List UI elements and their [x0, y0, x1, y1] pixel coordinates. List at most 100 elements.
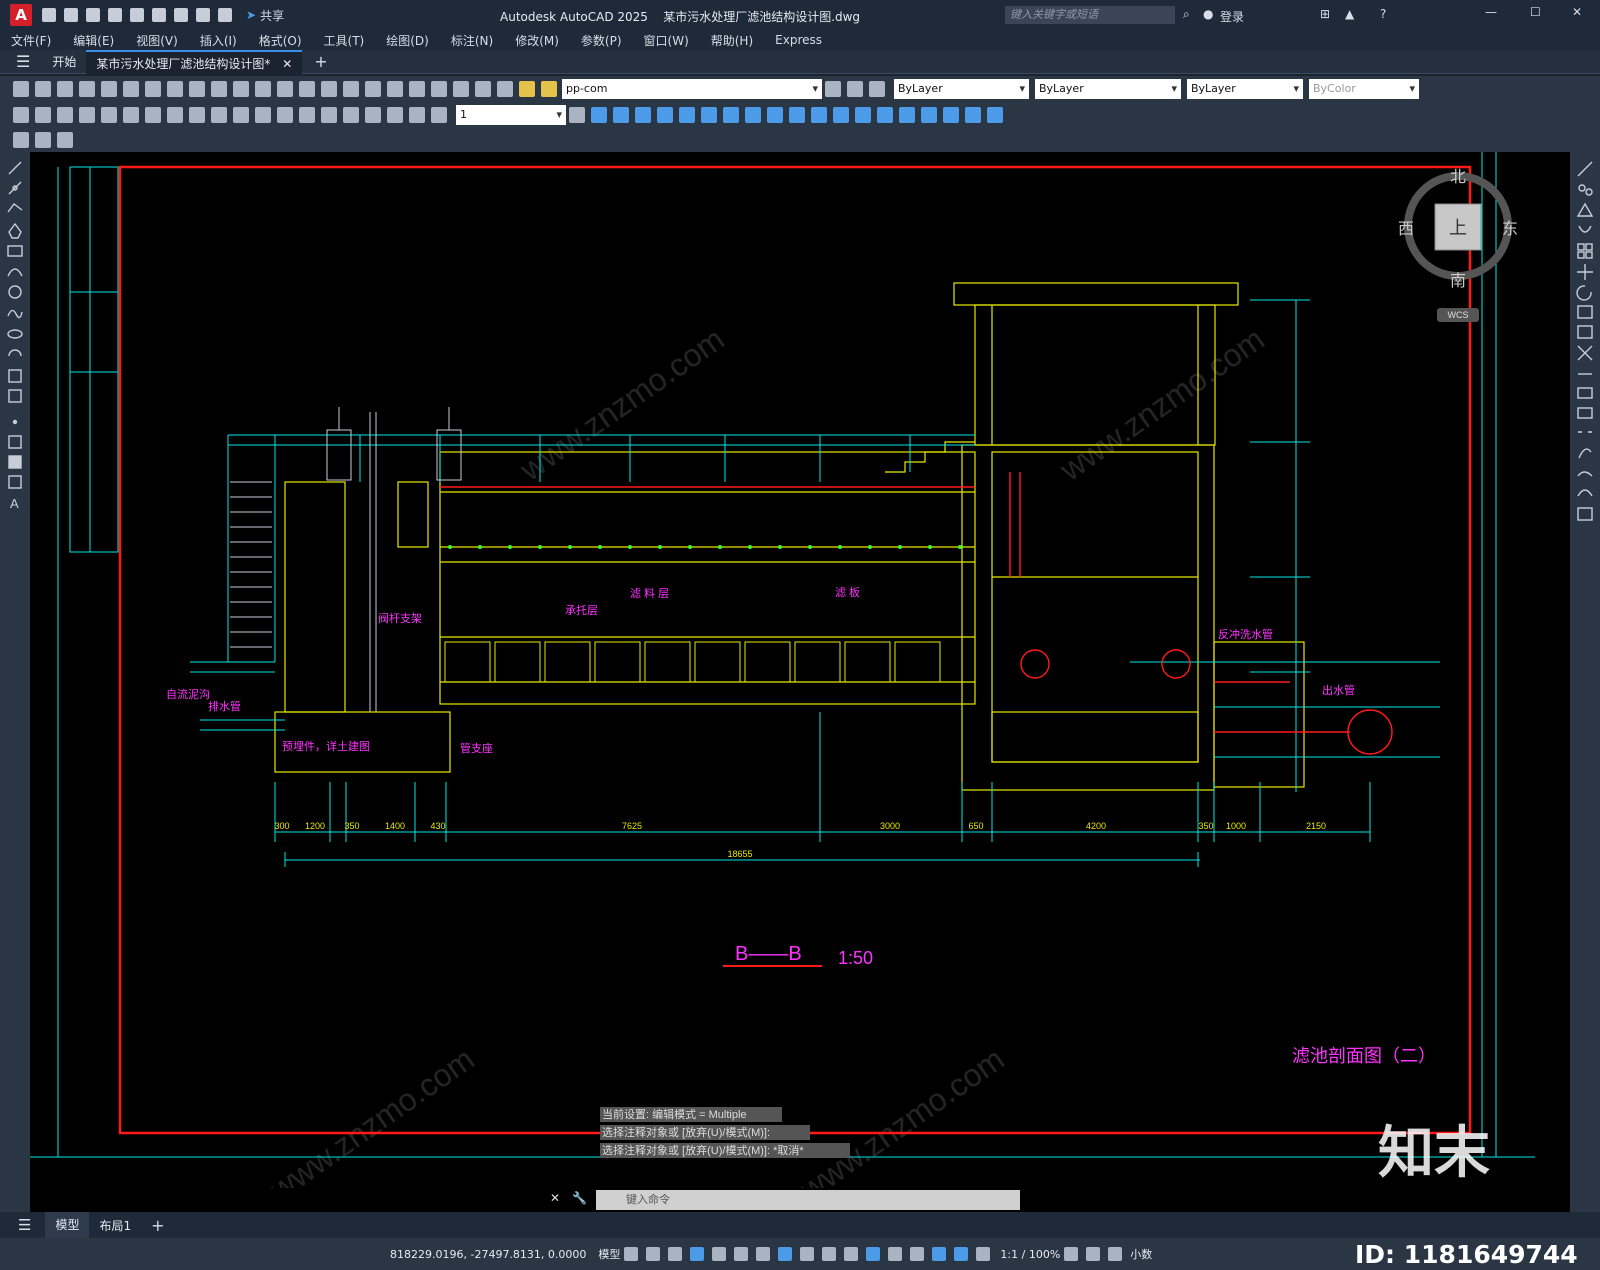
- tab-document[interactable]: 某市污水处理厂滤池结构设计图* ✕: [86, 49, 303, 74]
- layer-states-icon[interactable]: [869, 81, 885, 97]
- dim-edit-icon[interactable]: [387, 107, 403, 123]
- polar-tracking-icon[interactable]: [734, 1247, 749, 1261]
- new-tab-button[interactable]: +: [314, 52, 327, 71]
- block-editor-icon[interactable]: [13, 132, 29, 148]
- print-icon[interactable]: [174, 8, 188, 22]
- menu-insert[interactable]: 插入(I): [200, 32, 237, 49]
- view-3d-icon-5[interactable]: [679, 107, 695, 123]
- dynamic-input-icon[interactable]: [690, 1247, 705, 1261]
- layer-dropdown[interactable]: pp-com: [562, 79, 822, 99]
- arc-length-icon[interactable]: [57, 107, 73, 123]
- annotation-monitor-icon[interactable]: [1086, 1247, 1101, 1261]
- dynamic-ucs-icon[interactable]: [888, 1247, 903, 1261]
- visual-style-icon-1[interactable]: [811, 107, 827, 123]
- sheet-set-icon[interactable]: [431, 81, 447, 97]
- view-3d-icon-8[interactable]: [745, 107, 761, 123]
- ucs-icon-4[interactable]: [965, 107, 981, 123]
- menu-express[interactable]: Express: [775, 33, 822, 47]
- angular-dim-icon[interactable]: [167, 107, 183, 123]
- menu-file[interactable]: 文件(F): [11, 32, 51, 49]
- view-3d-icon-7[interactable]: [723, 107, 739, 123]
- menu-view[interactable]: 视图(V): [136, 32, 178, 49]
- make-current-layer-icon[interactable]: [825, 81, 841, 97]
- menu-modify[interactable]: 修改(M): [515, 32, 559, 49]
- ucs-icon-3[interactable]: [943, 107, 959, 123]
- maximize-button[interactable]: ☐: [1530, 5, 1541, 19]
- zoom-window-icon[interactable]: [321, 81, 337, 97]
- search-input[interactable]: 键入关键字或短语: [1005, 6, 1175, 24]
- tool-palettes-icon[interactable]: [409, 81, 425, 97]
- selection-cycling-icon[interactable]: [844, 1247, 859, 1261]
- dim-text-edit-icon[interactable]: [409, 107, 425, 123]
- menu-tools[interactable]: 工具(T): [324, 32, 365, 49]
- lineweight-dropdown[interactable]: ByLayer: [1187, 79, 1303, 99]
- save-as-icon[interactable]: [108, 8, 122, 22]
- menu-format[interactable]: 格式(O): [259, 32, 302, 49]
- pan-icon[interactable]: [277, 81, 293, 97]
- view-3d-icon-6[interactable]: [701, 107, 717, 123]
- 3d-osnap-icon[interactable]: [866, 1247, 881, 1261]
- baseline-dim-icon[interactable]: [211, 107, 227, 123]
- autocad-logo-icon[interactable]: A: [10, 4, 32, 26]
- new-file-icon[interactable]: [42, 8, 56, 22]
- view-3d-icon-4[interactable]: [657, 107, 673, 123]
- zoom-previous-icon[interactable]: [343, 81, 359, 97]
- minimize-button[interactable]: —: [1485, 5, 1497, 19]
- share-icon[interactable]: ➤: [246, 8, 256, 22]
- units-icon[interactable]: [1108, 1247, 1123, 1261]
- save-icon[interactable]: [57, 81, 73, 97]
- save-icon[interactable]: [86, 8, 100, 22]
- hamburger-menu-icon[interactable]: ☰: [16, 52, 30, 71]
- tab-close-icon[interactable]: ✕: [282, 57, 292, 71]
- tolerance-icon[interactable]: [299, 107, 315, 123]
- copy-icon[interactable]: [167, 81, 183, 97]
- drawing-canvas[interactable]: www.znzmo.com www.znzmo.com www.znzmo.co…: [30, 152, 1570, 1212]
- diameter-dim-icon[interactable]: [145, 107, 161, 123]
- draw-tool-icons[interactable]: A: [0, 152, 30, 572]
- dim-update-icon[interactable]: [431, 107, 447, 123]
- auto-scale-icon[interactable]: [976, 1247, 991, 1261]
- menu-help[interactable]: 帮助(H): [711, 32, 753, 49]
- help-icon[interactable]: ?: [1380, 7, 1386, 21]
- visual-style-icon-2[interactable]: [833, 107, 849, 123]
- dim-break-icon[interactable]: [277, 107, 293, 123]
- user-icon[interactable]: ●: [1203, 7, 1213, 21]
- help-icon[interactable]: [475, 81, 491, 97]
- cut-icon[interactable]: [145, 81, 161, 97]
- publish-icon[interactable]: [130, 8, 144, 22]
- tab-start[interactable]: 开始: [42, 50, 86, 74]
- new-icon[interactable]: [13, 81, 29, 97]
- layout-menu-icon[interactable]: ☰: [18, 1216, 31, 1234]
- calculator-icon[interactable]: [453, 81, 469, 97]
- snap-icon[interactable]: [646, 1247, 661, 1261]
- tab-model[interactable]: 模型: [45, 1212, 90, 1238]
- units-dropdown[interactable]: 小数: [1130, 1246, 1152, 1262]
- viewcube[interactable]: 上 北 南 东 西 WCS: [1398, 168, 1518, 322]
- properties-icon[interactable]: [365, 81, 381, 97]
- dim-style-icon[interactable]: [569, 107, 585, 123]
- dim-style-dropdown[interactable]: 1: [456, 105, 566, 125]
- plotstyle-dropdown[interactable]: ByColor: [1309, 79, 1419, 99]
- undo-icon[interactable]: [233, 81, 249, 97]
- annotation-visibility-icon[interactable]: [954, 1247, 969, 1261]
- autodesk-a360-icon[interactable]: ▲: [1345, 7, 1354, 21]
- infer-constraints-icon[interactable]: [668, 1247, 683, 1261]
- plot-icon[interactable]: [79, 81, 95, 97]
- layer-on-icon[interactable]: [519, 81, 535, 97]
- ucs-icon-2[interactable]: [921, 107, 937, 123]
- design-center-icon[interactable]: [387, 81, 403, 97]
- login-button[interactable]: 登录: [1220, 8, 1244, 25]
- color-dropdown[interactable]: ByLayer: [894, 79, 1029, 99]
- zoom-realtime-icon[interactable]: [299, 81, 315, 97]
- paste-icon[interactable]: [189, 81, 205, 97]
- selection-filter-icon[interactable]: [910, 1247, 925, 1261]
- object-snap-icon[interactable]: [778, 1247, 793, 1261]
- view-3d-icon-9[interactable]: [767, 107, 783, 123]
- cart-icon[interactable]: ⊞: [1320, 7, 1330, 21]
- quick-dim-icon[interactable]: [189, 107, 205, 123]
- preview-icon[interactable]: [101, 81, 117, 97]
- linetype-dropdown[interactable]: ByLayer: [1035, 79, 1181, 99]
- open-icon[interactable]: [35, 81, 51, 97]
- search-icon[interactable]: ⌕: [1183, 7, 1190, 22]
- share-button[interactable]: 共享: [260, 7, 284, 24]
